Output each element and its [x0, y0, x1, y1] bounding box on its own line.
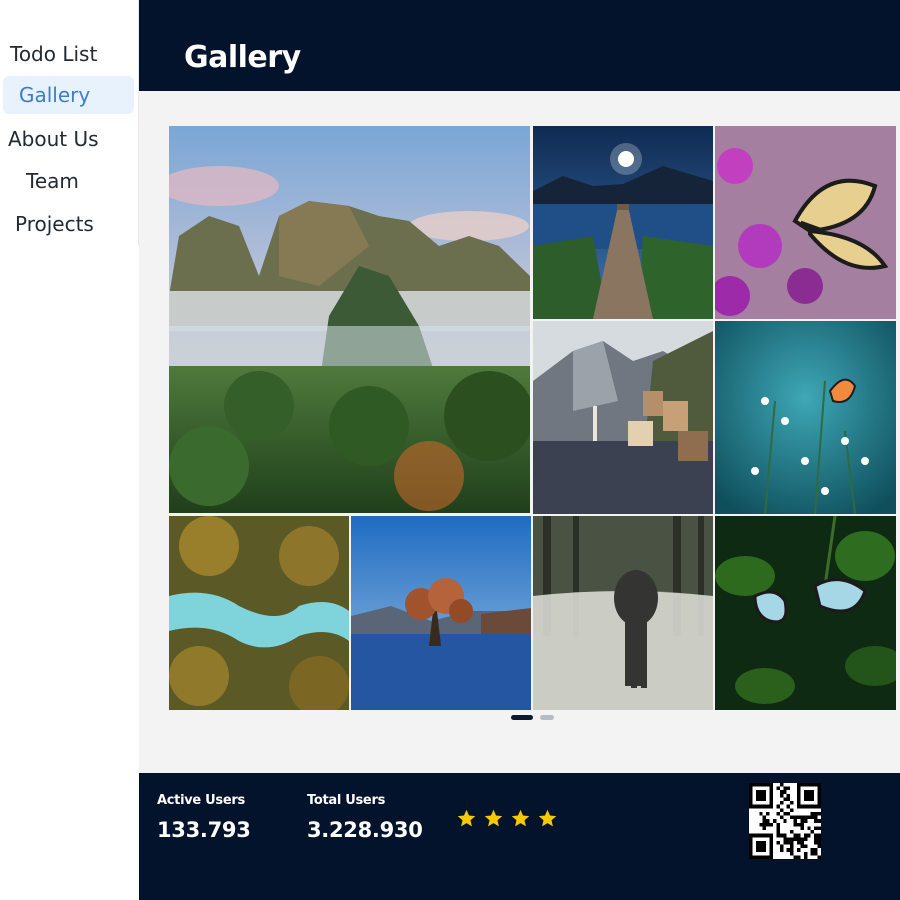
total-users-stat: Total Users 3.228.930: [307, 793, 423, 842]
gallery-image-village[interactable]: [533, 321, 713, 514]
sidebar-item-team[interactable]: Team: [26, 162, 79, 200]
stats-footer: Active Users 133.793 Total Users 3.228.9…: [139, 773, 900, 900]
star-icon: [511, 809, 530, 827]
active-users-stat: Active Users 133.793: [157, 793, 251, 842]
sidebar-item-todo-list[interactable]: Todo List: [10, 35, 97, 73]
sidebar-item-about-us[interactable]: About Us: [8, 120, 99, 158]
gallery-image-river[interactable]: [169, 516, 349, 710]
page-header: Gallery: [139, 0, 900, 91]
pagination-dot-2[interactable]: [540, 715, 554, 720]
gallery-image-butterfly-teal[interactable]: [715, 321, 896, 514]
total-users-label: Total Users: [307, 793, 386, 808]
star-icon: [538, 809, 557, 827]
gallery-image-butterfly-purple[interactable]: [715, 126, 896, 319]
sidebar-item-projects[interactable]: Projects: [15, 205, 94, 243]
active-users-value: 133.793: [157, 818, 251, 842]
star-icon: [484, 809, 503, 827]
gallery-pagination: [511, 715, 554, 720]
sidebar-item-gallery[interactable]: Gallery: [3, 76, 134, 114]
pagination-dot-1[interactable]: [511, 715, 533, 720]
rating-stars: [456, 808, 558, 829]
star-icon: [457, 809, 476, 827]
qr-code-icon: [749, 783, 821, 859]
total-users-value: 3.228.930: [307, 818, 423, 842]
gallery-image-mountains[interactable]: [169, 126, 530, 513]
active-users-label: Active Users: [157, 793, 245, 808]
gallery-image-lone-tree[interactable]: [351, 516, 531, 710]
main-content: [139, 91, 900, 773]
sidebar: Todo List Gallery About Us Team Projects: [0, 0, 139, 245]
image-gallery: [169, 126, 896, 710]
page-title: Gallery: [184, 40, 301, 75]
gallery-image-pier[interactable]: [533, 126, 713, 319]
gallery-image-butterflies-blue[interactable]: [715, 516, 896, 710]
gallery-image-elephant[interactable]: [533, 516, 713, 710]
